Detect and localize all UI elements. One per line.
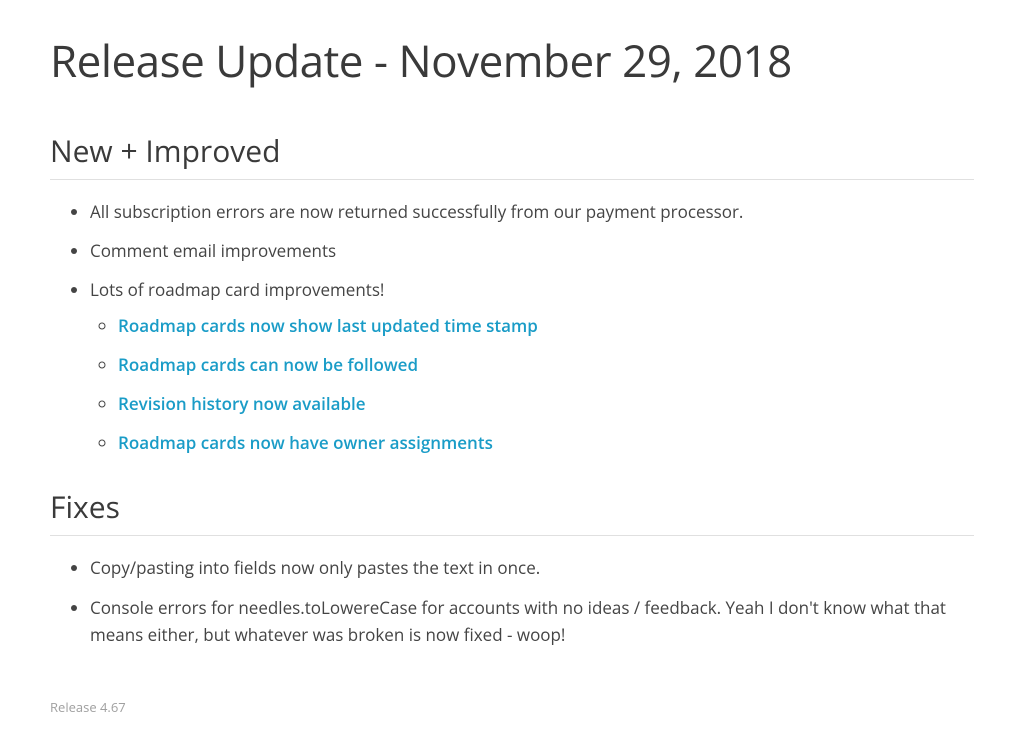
section-heading-new-improved: New + Improved: [50, 130, 974, 180]
fixes-list: Copy/pasting into fields now only pastes…: [50, 554, 974, 648]
page-title: Release Update - November 29, 2018: [50, 30, 974, 90]
new-improved-list: All subscription errors are now returned…: [50, 198, 974, 456]
roadmap-link-timestamp[interactable]: Roadmap cards now show last updated time…: [118, 314, 538, 337]
list-item: All subscription errors are now returned…: [90, 198, 974, 225]
list-item-text: Lots of roadmap card improvements!: [90, 278, 384, 301]
list-item: Roadmap cards now have owner assignments: [118, 429, 974, 456]
roadmap-link-followed[interactable]: Roadmap cards can now be followed: [118, 353, 418, 376]
section-heading-fixes: Fixes: [50, 486, 974, 536]
list-item: Copy/pasting into fields now only pastes…: [90, 554, 974, 581]
roadmap-link-owners[interactable]: Roadmap cards now have owner assignments: [118, 431, 493, 454]
list-item: Lots of roadmap card improvements! Roadm…: [90, 276, 974, 456]
roadmap-link-revision[interactable]: Revision history now available: [118, 392, 366, 415]
list-item: Console errors for needles.toLowereCase …: [90, 594, 974, 648]
roadmap-sublist: Roadmap cards now show last updated time…: [90, 312, 974, 457]
list-item: Revision history now available: [118, 390, 974, 417]
list-item: Roadmap cards now show last updated time…: [118, 312, 974, 339]
list-item: Roadmap cards can now be followed: [118, 351, 974, 378]
list-item: Comment email improvements: [90, 237, 974, 264]
release-version-footer: Release 4.67: [50, 698, 974, 716]
